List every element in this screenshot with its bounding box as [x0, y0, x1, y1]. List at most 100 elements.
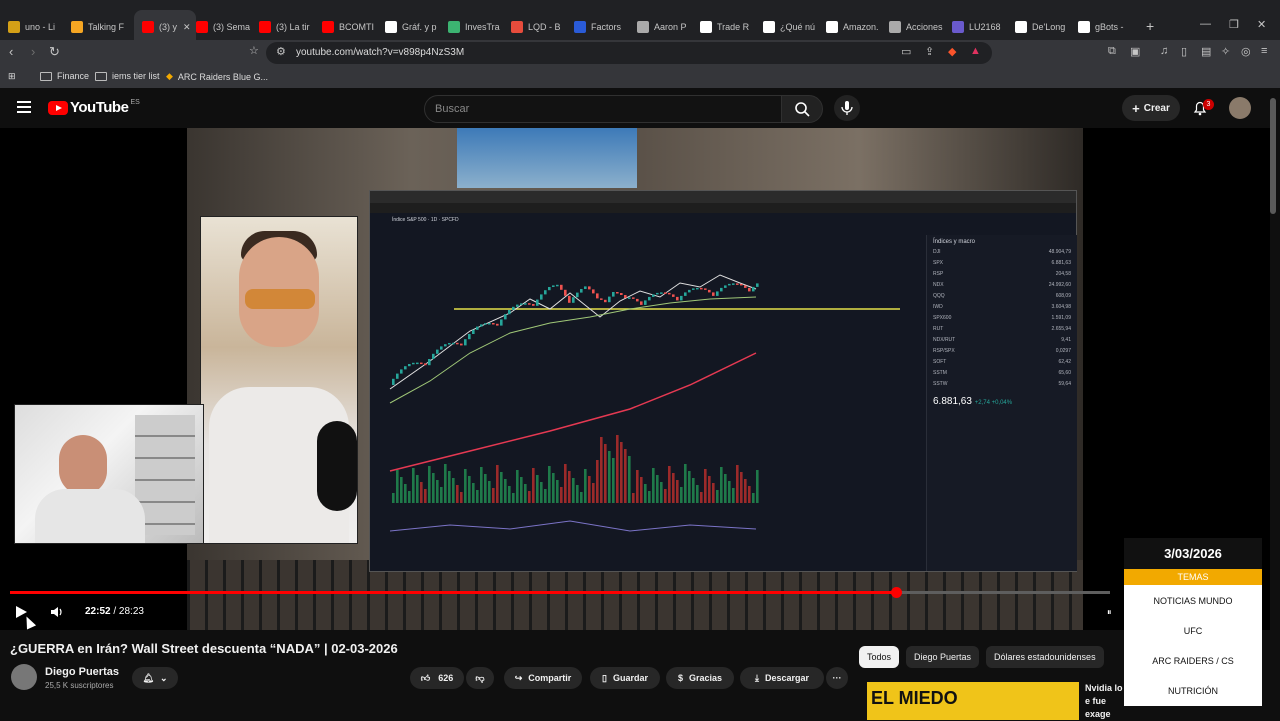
browser-tab[interactable]: De'Long: [1015, 16, 1073, 38]
save-button[interactable]: ▯ Guardar: [590, 667, 660, 689]
volume-bar: [444, 464, 447, 503]
minimize-icon[interactable]: —: [1200, 18, 1211, 30]
browser-tab[interactable]: uno - Li: [8, 16, 66, 38]
volume-bar: [604, 444, 607, 503]
topic-item: UFC: [1183, 626, 1203, 636]
close-tab-icon[interactable]: ✕: [183, 22, 191, 33]
close-window-icon[interactable]: ✕: [1257, 18, 1266, 31]
chip-usd[interactable]: Dólares estadounidenses: [986, 646, 1104, 668]
browser-tab[interactable]: Aaron P: [637, 16, 695, 38]
browser-tab[interactable]: Gráf. y p: [385, 16, 443, 38]
cast-icon[interactable]: ▭: [901, 45, 911, 58]
new-tab-button[interactable]: +: [1146, 18, 1154, 34]
browser-tab[interactable]: Acciones: [889, 16, 947, 38]
share-button[interactable]: ↪ Compartir: [504, 667, 582, 689]
sidebar-icon[interactable]: ▯: [1181, 45, 1187, 58]
browser-tab[interactable]: Factors: [574, 16, 632, 38]
candle: [504, 314, 507, 320]
dislike-button[interactable]: 👎︎: [466, 667, 494, 689]
screenshot-icon[interactable]: ▣: [1130, 45, 1140, 58]
search-button[interactable]: [781, 95, 823, 123]
bookmark-arc-raiders[interactable]: ◆ ARC Raiders Blue G...: [166, 71, 268, 82]
channel-name[interactable]: Diego Puertas: [45, 666, 119, 678]
volume-bar: [624, 449, 627, 503]
browser-tab[interactable]: Trade R: [700, 16, 758, 38]
menu-icon[interactable]: ≡: [1261, 45, 1267, 57]
tab-label: LQD - B: [528, 22, 561, 32]
volume-bar: [644, 484, 647, 503]
subscription-bell-button[interactable]: 🔔︎ ⌄: [132, 667, 178, 689]
brave-shield-icon[interactable]: ◆: [948, 45, 956, 58]
volume-bar: [436, 480, 439, 503]
volume-bar: [744, 479, 747, 503]
like-button[interactable]: 👍︎ 626: [410, 667, 464, 689]
browser-tab[interactable]: (3) Sema: [196, 16, 254, 38]
create-button[interactable]: + Crear: [1122, 95, 1180, 121]
site-info-icon[interactable]: ⚙: [276, 45, 286, 58]
browser-tab[interactable]: gBots -: [1078, 16, 1136, 38]
youtube-logo[interactable]: YouTube ES: [48, 99, 140, 116]
watchlist-price: 48.904,79: [1048, 249, 1071, 255]
bookmark-finance[interactable]: Finance: [40, 71, 89, 81]
vpn-icon[interactable]: ◎: [1241, 45, 1251, 58]
browser-tab[interactable]: InvesTra: [448, 16, 506, 38]
browser-tab[interactable]: (3) y ✕: [134, 10, 196, 44]
brave-rewards-icon[interactable]: ▲: [970, 45, 981, 57]
time-display: 22:52 / 28:23: [85, 606, 144, 617]
autoplay-toggle[interactable]: ⏸: [1107, 607, 1112, 618]
back-icon[interactable]: ‹: [9, 44, 13, 59]
browser-tab[interactable]: LU2168: [952, 16, 1010, 38]
bookmark-star-icon[interactable]: ☆: [249, 44, 259, 57]
browser-tab[interactable]: ¿Qué nú: [763, 16, 821, 38]
bookmark-iems[interactable]: iems tier list: [95, 71, 160, 81]
share-label: Compartir: [528, 673, 572, 683]
search-input[interactable]: Buscar: [424, 95, 782, 123]
watchlist-title: Índices y macro: [933, 239, 976, 245]
video-player[interactable]: Índice S&P 500 · 1D · SPCFD Índices y ma…: [0, 128, 1270, 630]
forward-icon[interactable]: ›: [31, 44, 35, 59]
leo-ai-icon[interactable]: ✧: [1221, 45, 1230, 58]
thumbs-down-icon: 👎︎: [475, 672, 485, 683]
topic-item: NUTRICIÓN: [1168, 686, 1218, 696]
guide-menu-icon[interactable]: [17, 101, 31, 116]
more-icon: ···: [832, 673, 842, 683]
scrubber-handle[interactable]: [890, 587, 902, 598]
candle: [564, 289, 567, 296]
url-bar[interactable]: ⚙ youtube.com/watch?v=v898p4NzS3M: [266, 42, 992, 64]
browser-tab[interactable]: BCOMTI: [322, 16, 380, 38]
maximize-icon[interactable]: ❐: [1229, 18, 1239, 31]
voice-search-button[interactable]: [834, 95, 860, 121]
candle: [616, 292, 619, 294]
media-icon[interactable]: ♫: [1160, 45, 1168, 57]
reload-icon[interactable]: ↻: [49, 44, 60, 60]
tab-label: InvesTra: [465, 22, 500, 32]
progress-bar[interactable]: [10, 587, 1110, 598]
candle: [460, 343, 463, 346]
account-avatar[interactable]: [1229, 97, 1251, 119]
topics-overlay: 3/03/2026 TEMAS NOTICIAS MUNDO UFC ARC R…: [1124, 538, 1262, 706]
browser-tab[interactable]: (3) La tir: [259, 16, 317, 38]
tab-favicon-icon: [511, 21, 523, 33]
browser-tab[interactable]: Amazon.: [826, 16, 884, 38]
chip-channel[interactable]: Diego Puertas: [906, 646, 980, 668]
share-page-icon[interactable]: ⇪: [925, 45, 934, 58]
apps-icon[interactable]: ⊞: [8, 71, 16, 82]
related-video-title[interactable]: Nvidia lo e fue exage: [1085, 682, 1125, 721]
watchlist-row: QQQ 608,09: [927, 293, 1077, 304]
address-toolbar: ‹ › ↻ ☆ ⚙ youtube.com/watch?v=v898p4NzS3…: [0, 40, 1280, 66]
watchlist-symbol: IWD: [933, 304, 943, 310]
download-button[interactable]: ⤓ Descargar: [740, 667, 824, 689]
browser-tab[interactable]: Talking F: [71, 16, 129, 38]
thanks-button[interactable]: $ Gracias: [666, 667, 734, 689]
page-scrollbar[interactable]: [1270, 98, 1276, 214]
volume-button[interactable]: [50, 605, 64, 622]
extensions-icon[interactable]: ⧉: [1108, 45, 1116, 58]
channel-avatar[interactable]: [11, 664, 37, 690]
tab-label: Aaron P: [654, 22, 687, 32]
more-actions-button[interactable]: ···: [826, 667, 848, 689]
wallet-icon[interactable]: ▤: [1201, 45, 1211, 58]
related-video-thumbnail[interactable]: EL MIEDO: [867, 682, 1079, 720]
chip-all[interactable]: Todos: [859, 646, 900, 668]
browser-tab[interactable]: LQD - B: [511, 16, 569, 38]
volume-bar: [672, 473, 675, 503]
